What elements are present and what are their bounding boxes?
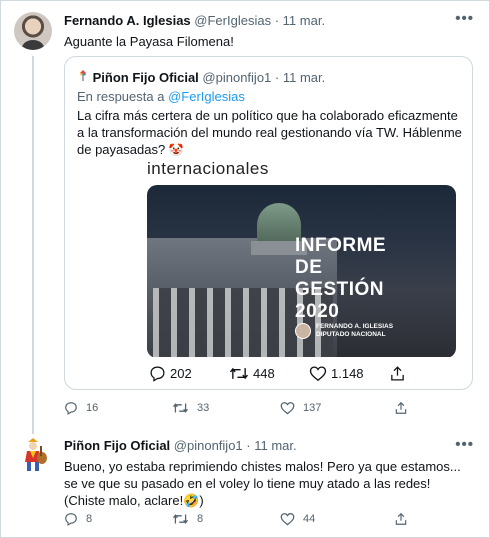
share-icon xyxy=(395,401,407,414)
retweet-icon xyxy=(172,403,189,413)
quote-image[interactable]: internacionales INFORME DE GESTIÓN 2020 … xyxy=(65,157,472,357)
like-button[interactable]: 137 xyxy=(280,401,321,415)
reply-count: 8 xyxy=(86,513,93,525)
quote-text: La cifra más certera de un político que … xyxy=(77,107,467,159)
like-button[interactable]: 1.148 xyxy=(309,365,364,382)
retweet-icon xyxy=(229,367,249,380)
report-author: FERNANDO A. IGLESIAS DIPUTADO NACIONAL xyxy=(295,323,393,339)
report-title-line: 2020 xyxy=(295,301,340,322)
reply-icon xyxy=(65,513,77,526)
share-button[interactable] xyxy=(389,365,406,382)
reply-button[interactable]: 16 xyxy=(64,401,98,415)
separator-dot: · xyxy=(274,70,280,85)
tweet-actions: 16 33 137 xyxy=(64,401,424,419)
tweet-text: Bueno, yo estaba reprimiendo chistes mal… xyxy=(64,459,461,508)
image-caption-top: internacionales xyxy=(147,159,269,178)
share-button[interactable] xyxy=(394,512,416,526)
tweet-header: Fernando A. Iglesias @FerIglesias · 11 m… xyxy=(64,13,325,28)
quote-author-handle[interactable]: @pinonfijo1 xyxy=(202,70,271,85)
retweet-button[interactable]: 448 xyxy=(229,365,275,382)
quoted-tweet[interactable]: Piñon Fijo Oficial @pinonfijo1 · 11 mar.… xyxy=(64,56,473,390)
heart-icon xyxy=(280,402,295,415)
reply-count: 202 xyxy=(170,366,192,381)
separator-dot: · xyxy=(274,13,280,28)
reply-button[interactable]: 8 xyxy=(64,512,92,526)
retweet-button[interactable]: 33 xyxy=(172,401,209,415)
tweet-date[interactable]: 11 mar. xyxy=(283,13,325,28)
share-icon xyxy=(391,366,404,381)
like-button[interactable]: 44 xyxy=(280,512,315,526)
reply-icon xyxy=(65,402,77,415)
reply-context: En respuesta a @FerIglesias xyxy=(77,89,245,104)
report-title-line: DE xyxy=(295,257,323,278)
quote-actions: 202 448 1.148 xyxy=(77,365,467,385)
like-count: 137 xyxy=(303,402,322,414)
reply-button[interactable]: 202 xyxy=(149,365,192,382)
reply-prefix: En respuesta a xyxy=(77,89,165,104)
reply-handle-link[interactable]: @FerIglesias xyxy=(168,89,245,104)
retweet-button[interactable]: 8 xyxy=(172,512,203,526)
avatar[interactable] xyxy=(14,436,52,474)
tweet-actions: 8 8 44 xyxy=(64,512,424,530)
report-image[interactable]: INFORME DE GESTIÓN 2020 FERNANDO A. IGLE… xyxy=(147,185,456,357)
thread-line xyxy=(32,56,34,434)
retweet-count: 8 xyxy=(197,513,204,525)
heart-icon xyxy=(280,513,295,526)
report-title-line: INFORME xyxy=(295,235,387,256)
quote-date[interactable]: 11 mar. xyxy=(283,70,325,85)
quote-author-name[interactable]: Piñon Fijo Oficial xyxy=(93,70,199,85)
retweet-count: 448 xyxy=(253,366,275,381)
heart-icon xyxy=(309,366,327,382)
author-line: FERNANDO A. IGLESIAS xyxy=(316,323,394,330)
report-title: INFORME DE GESTIÓN 2020 xyxy=(295,235,386,323)
pinwheel-avatar-icon xyxy=(77,69,89,85)
clown-emoji: 🤡 xyxy=(168,143,184,157)
author-name[interactable]: Piñon Fijo Oficial xyxy=(64,438,170,453)
retweet-count: 33 xyxy=(197,402,210,414)
quote-header: Piñon Fijo Oficial @pinonfijo1 · 11 mar. xyxy=(77,69,325,85)
reply-icon xyxy=(150,366,165,382)
tweet-date[interactable]: 11 mar. xyxy=(254,438,296,453)
more-options-icon[interactable]: ••• xyxy=(455,436,474,453)
more-options-icon[interactable]: ••• xyxy=(455,10,474,27)
report-title-line: GESTIÓN xyxy=(295,279,385,300)
share-icon xyxy=(395,512,407,525)
tweet-header: Piñon Fijo Oficial @pinonfijo1 · 11 mar. xyxy=(64,438,297,453)
author-handle[interactable]: @pinonfijo1 xyxy=(174,438,243,453)
author-handle[interactable]: @FerIglesias xyxy=(194,13,271,28)
avatar[interactable] xyxy=(14,12,52,50)
author-mini-avatar xyxy=(295,323,311,339)
like-count: 1.148 xyxy=(331,366,364,381)
retweet-icon xyxy=(172,514,189,524)
author-line: DIPUTADO NACIONAL xyxy=(316,331,386,338)
tweet-text: Aguante la Payasa Filomena! xyxy=(64,34,234,49)
like-count: 44 xyxy=(303,513,316,525)
separator-dot: · xyxy=(246,438,251,453)
share-button[interactable] xyxy=(394,401,416,415)
reply-count: 16 xyxy=(86,402,99,414)
author-name[interactable]: Fernando A. Iglesias xyxy=(64,13,191,28)
quote-text-body: La cifra más certera de un político que … xyxy=(77,108,462,157)
